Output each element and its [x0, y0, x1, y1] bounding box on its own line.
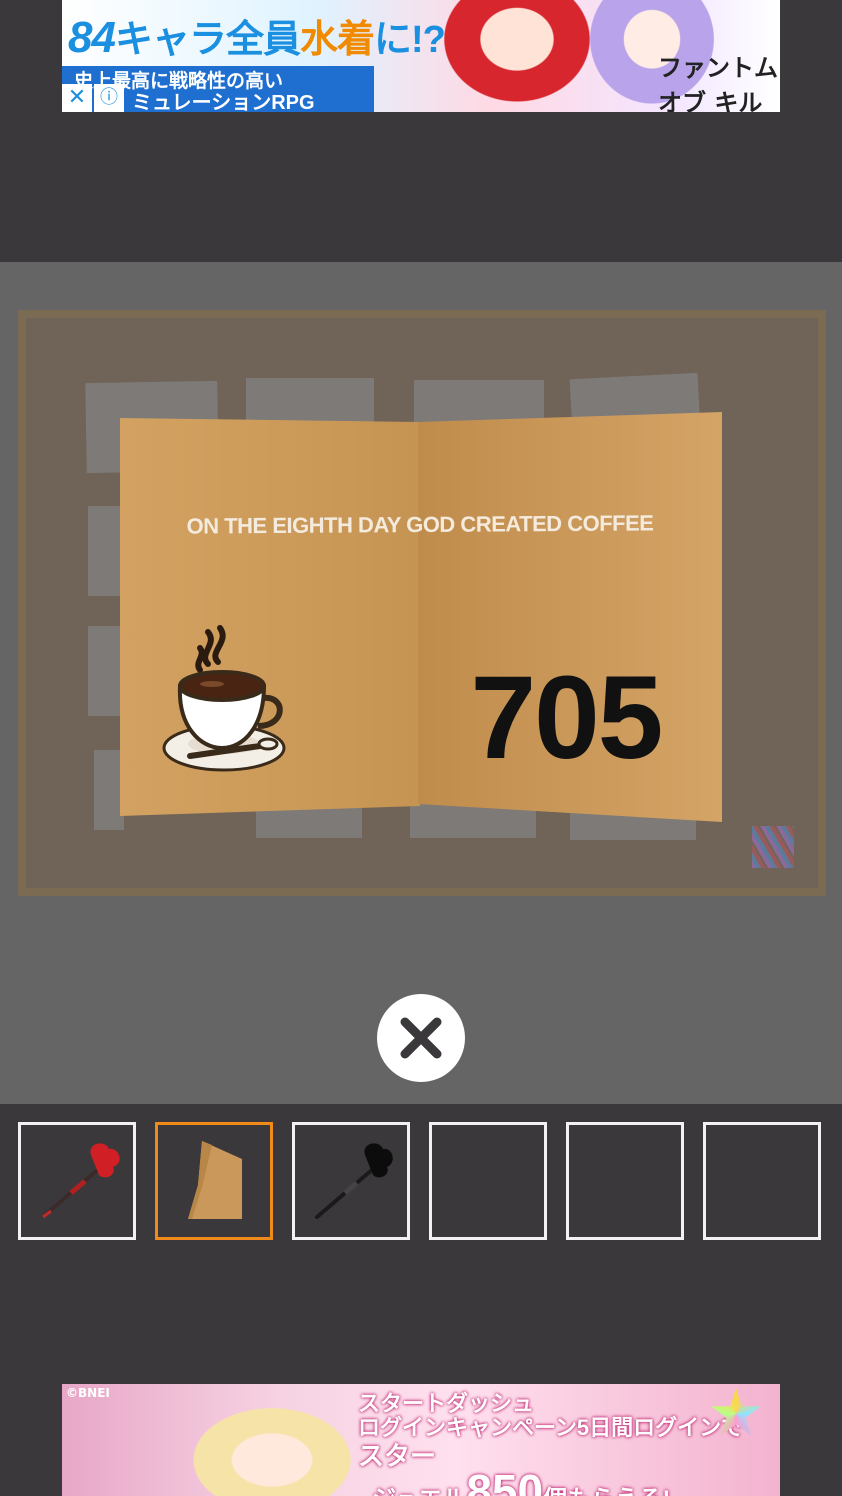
inventory-slot-4[interactable] [429, 1122, 547, 1240]
pinned-photo [88, 506, 122, 596]
inventory-slot-6[interactable] [703, 1122, 821, 1240]
top-ad-banner[interactable]: 84キャラ全員水着に!? 史上最高に戦略性の高い ミュレーションRPG ファント… [62, 0, 780, 112]
inventory-slot-2[interactable] [155, 1122, 273, 1240]
pinned-photo [88, 626, 122, 716]
inventory-slot-1[interactable] [18, 1122, 136, 1240]
ad-copyright: ©BNEI [66, 1386, 110, 1400]
ad-line-4-suffix: もらえる! [567, 1486, 670, 1496]
ad-close-icon[interactable]: ✕ [62, 84, 92, 112]
ad-character-red-hair [432, 0, 602, 112]
darts-rack-icon [752, 826, 794, 868]
ad-game-logo: ファントム オブ キル [658, 53, 778, 112]
ad-subline-2: ミュレーションRPG [132, 92, 315, 112]
red-dart-icon [42, 1143, 120, 1219]
ad-unit: 個 [543, 1486, 567, 1496]
ad-info-icon[interactable]: ⓘ [94, 84, 124, 112]
close-icon [400, 1017, 442, 1059]
inventory-slot-5[interactable] [566, 1122, 684, 1240]
close-button[interactable] [377, 994, 465, 1082]
ad-headline-suffix: に!? [373, 19, 446, 61]
card-item-icon [188, 1141, 242, 1219]
black-dart-icon [315, 1143, 393, 1219]
ad-headline-highlight: 水着 [299, 19, 375, 61]
pinned-photo [94, 750, 124, 830]
ad-line-4: ジュエル850個もらえる! [372, 1464, 670, 1496]
bottom-ad-banner[interactable]: ©BNEI スタートダッシュ ログインキャンペーン5日間ログインで スター ジュ… [62, 1384, 780, 1496]
ad-headline: 84キャラ全員水着に!? [68, 8, 446, 63]
card-message: ON THE EIGHTH DAY GOD CREATED COFFEE [186, 510, 654, 539]
card-number: 705 [470, 652, 664, 784]
ad-character-blonde [172, 1394, 372, 1496]
ad-headline-number: 84 [68, 13, 116, 62]
inventory-slot-3[interactable] [292, 1122, 410, 1240]
ad-headline-text: キャラ全員 [114, 19, 301, 61]
ad-number: 850 [466, 1465, 544, 1496]
ad-line-4-text: ジュエル [372, 1486, 466, 1496]
coffee-cup-icon [162, 625, 286, 772]
